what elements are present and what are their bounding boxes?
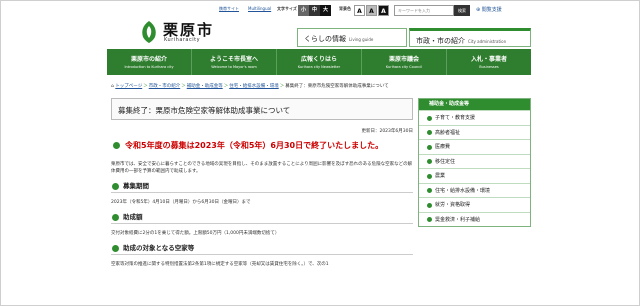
page-title: 募集終了：栗原市危険空家等解体助成事業について [111, 98, 413, 120]
nav-item-sub: Kurihara city Council [385, 65, 423, 69]
side-menu-item-label: 住宅・給排水設備・環境 [435, 187, 491, 194]
bullet-icon [427, 173, 432, 179]
global-nav: 栗原市の紹介 Introduction to Kurihara city ようこそ… [107, 49, 531, 75]
side-menu-item[interactable]: 奨金救済・利子補給 [419, 211, 530, 226]
nav-item-mayor[interactable]: ようこそ市長室へ Welcome to Mayor's room [192, 49, 277, 75]
search-input[interactable]: キーワードを入力 [394, 5, 454, 16]
section-body: 交付対象経費に2分の1を乗じて得た額。上限額50万円（1,000円未満端数切捨て… [111, 231, 280, 236]
bullet-icon [427, 130, 432, 135]
tab-city-admin-sub: City administration [468, 39, 507, 44]
side-menu-item[interactable]: 医療費 [419, 139, 530, 154]
side-menu-item[interactable]: 子育て・教育支援 [419, 110, 530, 125]
nav-item-introduction[interactable]: 栗原市の紹介 Introduction to Kurihara city [107, 49, 192, 75]
browsing-support-label: 閲覧支援 [481, 7, 502, 13]
side-menu-header: 補助金・助成金等 [419, 99, 530, 110]
breadcrumb-separator-icon: ＞ [223, 84, 229, 89]
side-menu-item-label: 子育て・教育支援 [435, 115, 476, 121]
city-emblem-icon [142, 21, 156, 43]
bg-gray-button[interactable]: A [366, 5, 377, 16]
bullet-icon [112, 214, 119, 221]
side-menu-item[interactable]: 住宅・給排水設備・環境 [419, 182, 530, 197]
nav-item-sub: Introduction to Kurihara city [124, 65, 174, 69]
bullet-icon [427, 159, 432, 164]
intro-text: 栗原市では、安全で安心に暮らすことのできる地域の実現を目指し、そのまま放置するこ… [111, 162, 413, 174]
city-logo-subtext: Kuriharacity [164, 37, 201, 43]
bullet-icon [427, 188, 432, 193]
utility-bar: 携帯サイト Multilingual 文字サイズ 小 中 大 背景色 A A A… [107, 5, 531, 17]
section-heading-text: 助成額 [123, 213, 143, 221]
breadcrumb-current: 募集終了：栗原市危険空家等解体助成事業について [285, 84, 389, 89]
breadcrumb-link[interactable]: 市政・市の紹介 [149, 84, 181, 89]
tab-living-guide[interactable]: くらしの情報 Living guide [297, 28, 407, 47]
updated-date: 更新日：2023年6月30日 [361, 129, 413, 134]
section-heading: 募集期間 [111, 182, 413, 193]
nav-item-businesses[interactable]: 入札・事業者 Businesses [447, 49, 531, 75]
side-menu: 補助金・助成金等 子育て・教育支援 高齢者福祉 医療費 移住定住 農業 住宅・給… [418, 98, 531, 227]
bullet-icon [427, 217, 432, 222]
bg-white-button[interactable]: A [354, 5, 365, 16]
accessibility-icon: ⊕ [476, 7, 481, 13]
nav-item-council[interactable]: 栗原市議会 Kurihara city Council [362, 49, 447, 75]
nav-item-label: 栗原市議会 [388, 56, 419, 63]
breadcrumb: ⌂ トップページ＞市政・市の紹介＞補助金・助成金等＞住宅・給排水設備・環境＞募集… [111, 83, 389, 89]
nav-item-sub: Welcome to Mayor's room [211, 65, 257, 69]
nav-item-label: 栗原市の紹介 [130, 56, 167, 63]
bullet-icon [112, 183, 119, 190]
side-menu-item-label: 就労・資格取得 [435, 202, 471, 208]
home-icon: ⌂ [111, 84, 114, 89]
nav-item-newsletter[interactable]: 広報くりはら Kurihara city Newsletter [277, 49, 362, 75]
breadcrumb-link[interactable]: 補助金・助成金等 [187, 84, 223, 89]
bullet-icon [112, 245, 119, 252]
nav-item-sub: Kurihara city Newsletter [297, 65, 341, 69]
tab-living-guide-sub: Living guide [349, 37, 374, 42]
bullet-icon [427, 115, 432, 121]
side-menu-item[interactable]: 高齢者福祉 [419, 124, 530, 139]
side-menu-item-label: 奨金救済・利子補給 [435, 216, 481, 223]
tab-city-admin-label: 市政・市の紹介 [416, 37, 465, 45]
bg-black-button[interactable]: A [378, 5, 389, 16]
bullet-icon [427, 202, 432, 208]
tab-city-administration[interactable]: 市政・市の紹介 City administration [409, 28, 531, 47]
page-frame: 携帯サイト Multilingual 文字サイズ 小 中 大 背景色 A A A… [0, 0, 640, 306]
side-menu-item-label: 高齢者福祉 [435, 129, 461, 136]
section-heading: 助成の対象となる空家等 [111, 244, 413, 255]
closed-notice-text: 令和5年度の募集は2023年（令和5年）6月30日で終了いたしました。 [125, 141, 384, 150]
page-inner: 携帯サイト Multilingual 文字サイズ 小 中 大 背景色 A A A… [107, 1, 531, 305]
section-heading-text: 募集期間 [123, 182, 149, 190]
side-menu-item[interactable]: 就労・資格取得 [419, 197, 530, 212]
breadcrumb-separator-icon: ＞ [181, 84, 186, 89]
tab-living-guide-label: くらしの情報 [304, 35, 346, 43]
bg-color-label: 背景色 [339, 6, 351, 11]
bullet-icon [427, 144, 432, 150]
font-size-small-button[interactable]: 小 [298, 5, 309, 16]
side-menu-item-label: 農業 [435, 173, 446, 179]
nav-item-sub: Businesses [479, 65, 499, 69]
side-menu-item[interactable]: 農業 [419, 168, 530, 183]
closed-notice: 令和5年度の募集は2023年（令和5年）6月30日で終了いたしました。 [111, 140, 413, 151]
side-menu-item-label: 移住定住 [435, 158, 456, 165]
font-size-medium-button[interactable]: 中 [309, 5, 320, 16]
nav-item-label: 広報くりはら [300, 56, 337, 63]
mobile-site-link[interactable]: 携帯サイト [219, 6, 239, 12]
search-button[interactable]: 検索 [454, 5, 470, 16]
section-heading-text: 助成の対象となる空家等 [123, 244, 195, 252]
breadcrumb-separator-icon: ＞ [279, 84, 285, 89]
breadcrumb-link[interactable]: トップページ [115, 84, 142, 89]
nav-item-label: 入札・事業者 [470, 56, 507, 63]
nav-item-label: ようこそ市長室へ [209, 56, 258, 63]
section-body: 2023年（令和5年）4月10日（月曜日）から6月30日（金曜日）まで [111, 200, 251, 205]
browsing-support-link[interactable]: ⊕ 閲覧支援 [476, 6, 502, 13]
breadcrumb-link[interactable]: 住宅・給排水設備・環境 [229, 84, 279, 89]
bullet-icon [113, 142, 120, 149]
side-menu-item-label: 医療費 [435, 144, 451, 150]
breadcrumb-separator-icon: ＞ [143, 84, 148, 89]
side-menu-item[interactable]: 移住定住 [419, 153, 530, 168]
font-size-large-button[interactable]: 大 [320, 5, 331, 16]
font-size-label: 文字サイズ [277, 6, 297, 11]
section-heading: 助成額 [111, 213, 413, 224]
multilingual-link[interactable]: Multilingual [248, 6, 271, 11]
section-body: 空家等対策の推進に関する特別措置法第2条第1項に規定する空家等（売却又は賃貸住宅… [111, 262, 329, 267]
main-content: 募集終了：栗原市危険空家等解体助成事業について 更新日：2023年6月30日 令… [111, 98, 413, 268]
